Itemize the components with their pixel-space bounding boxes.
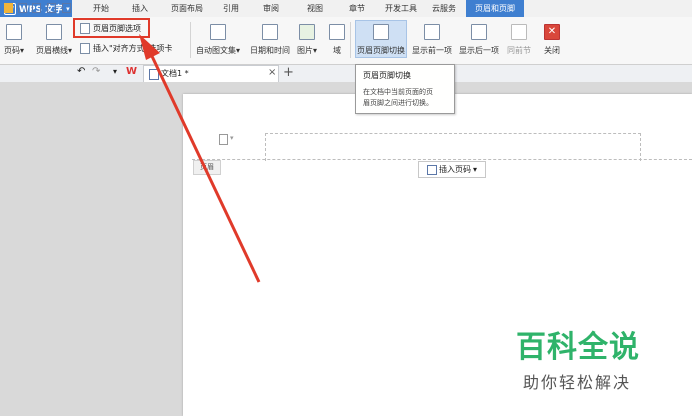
watermark-title: 百科全说 [516, 330, 640, 365]
watermark-subtitle: 助你轻松解决 [523, 373, 632, 392]
watermark: 百科全说 助你轻松解决 [516, 322, 646, 393]
